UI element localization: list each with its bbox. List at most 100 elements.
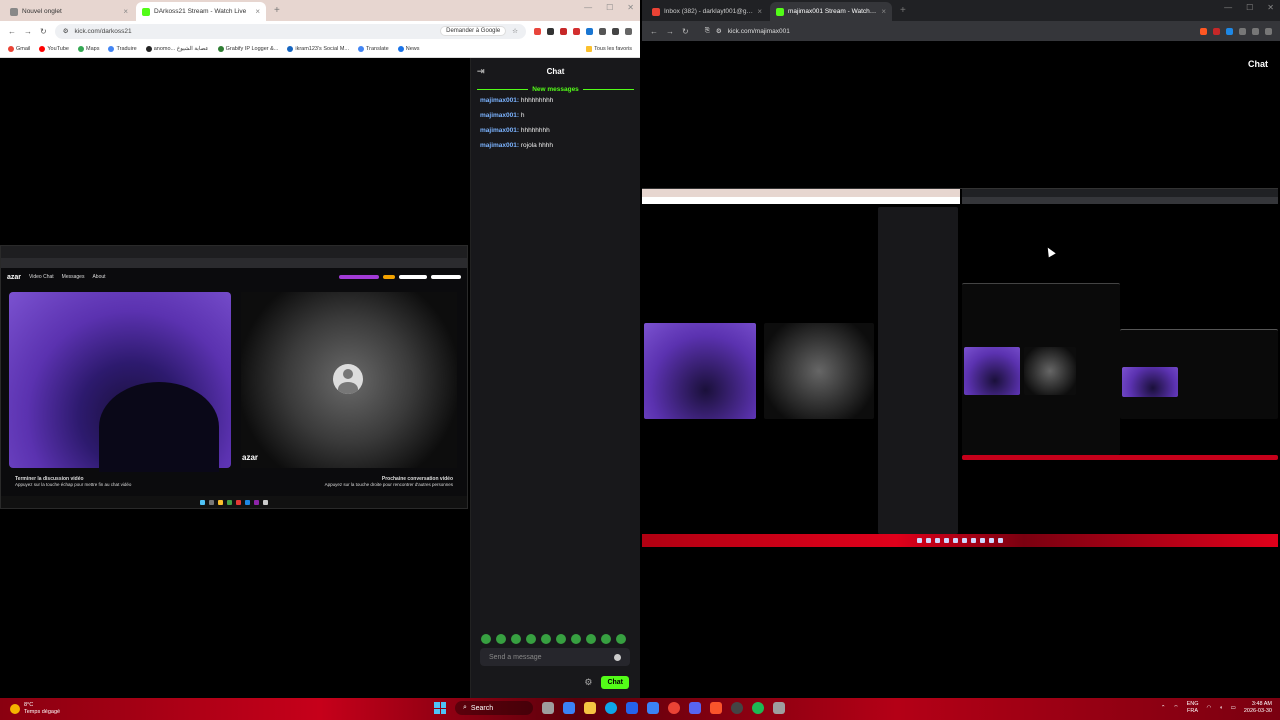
discord-icon[interactable]	[689, 702, 701, 714]
right-tab-strip: Inbox (382) - darklayt001@gmail.com × ma…	[642, 0, 1280, 21]
extension-icon[interactable]	[534, 27, 541, 35]
tab-majimax001-stream[interactable]: majimax001 Stream - Watch Live ×	[770, 2, 892, 21]
emote-icon[interactable]	[541, 634, 551, 644]
volume-icon[interactable]: ◖	[1219, 705, 1222, 712]
chat-message-input[interactable]: Send a message	[480, 648, 630, 666]
extension-icon[interactable]	[560, 27, 567, 35]
bookmark-news[interactable]: News	[397, 46, 420, 52]
nested-partner-video	[764, 323, 874, 419]
mail-icon[interactable]	[626, 702, 638, 714]
minimize-icon[interactable]: —	[584, 3, 592, 12]
forward-icon[interactable]: →	[666, 27, 674, 36]
extension-icon[interactable]	[1252, 27, 1259, 35]
kick-icon	[142, 7, 150, 16]
extension-icon[interactable]	[1200, 27, 1207, 35]
site-info-icon[interactable]: ⚙	[716, 27, 722, 35]
menu-icon[interactable]	[1265, 27, 1272, 35]
network-icon[interactable]: ⌔	[1173, 705, 1178, 712]
extension-icon[interactable]	[586, 27, 593, 35]
site-info-icon[interactable]: ⚙	[63, 27, 69, 35]
send-chat-button[interactable]: Chat	[601, 676, 629, 689]
back-icon[interactable]: ←	[8, 27, 16, 36]
obs-icon[interactable]	[731, 702, 743, 714]
emote-icon[interactable]	[556, 634, 566, 644]
tab-inbox[interactable]: Inbox (382) - darklayt001@gmail.com ×	[646, 2, 768, 21]
extension-icon[interactable]	[599, 27, 606, 35]
emote-icon[interactable]	[616, 634, 626, 644]
maximize-icon[interactable]: ☐	[606, 3, 613, 12]
open-chat-button[interactable]: Chat	[1248, 59, 1268, 69]
left-nav-bar: ← → ↻ ⚙ kick.com/darkoss21 Demander à Go…	[0, 21, 640, 41]
weather-widget[interactable]: 8°C Temps dégagé	[0, 702, 60, 716]
window-controls: — ☐ ✕	[1224, 3, 1274, 12]
emote-icon[interactable]	[526, 634, 536, 644]
file-explorer-icon[interactable]	[584, 702, 596, 714]
extension-icon[interactable]	[1213, 27, 1220, 35]
extension-icon[interactable]	[547, 27, 554, 35]
close-window-icon[interactable]: ✕	[1267, 3, 1274, 12]
settings-icon[interactable]	[773, 702, 785, 714]
folder-icon	[586, 46, 593, 52]
stream-player[interactable]: azar Video Chat Messages About azar Term…	[0, 58, 470, 698]
bookmark-gmail[interactable]: Gmail	[8, 46, 30, 52]
bookmark-traduire[interactable]: Traduire	[108, 46, 137, 52]
brave-icon[interactable]	[710, 702, 722, 714]
clock[interactable]: 3:48 AM 2026-03-30	[1244, 701, 1272, 715]
close-icon[interactable]: ×	[881, 7, 886, 16]
edge-icon[interactable]	[605, 702, 617, 714]
emoji-icon[interactable]	[614, 653, 621, 661]
extension-icon[interactable]	[573, 27, 580, 35]
new-tab-icon[interactable]: +	[894, 5, 912, 16]
bookmark-grabify[interactable]: Grabify IP Logger &...	[217, 46, 278, 52]
extension-icon[interactable]	[1239, 27, 1246, 35]
extension-icon[interactable]	[1226, 27, 1233, 35]
maximize-icon[interactable]: ☐	[1246, 3, 1253, 12]
chrome-icon[interactable]	[668, 702, 680, 714]
tab-label: DArkoss21 Stream - Watch Live	[154, 8, 247, 15]
forward-icon[interactable]: →	[24, 27, 32, 36]
tab-darkoss21-stream[interactable]: DArkoss21 Stream - Watch Live ×	[136, 2, 266, 21]
bookmark-maps[interactable]: Maps	[78, 46, 99, 52]
emote-icon[interactable]	[571, 634, 581, 644]
minimize-icon[interactable]: —	[1224, 3, 1232, 12]
emote-icon[interactable]	[601, 634, 611, 644]
new-tab-icon[interactable]: +	[268, 5, 286, 16]
battery-icon[interactable]: ▭	[1231, 705, 1236, 712]
reload-icon[interactable]: ↻	[682, 27, 689, 36]
collapse-chat-icon[interactable]: ⇥	[477, 66, 485, 77]
close-icon[interactable]: ×	[123, 7, 128, 16]
taskbar-search[interactable]: ⌕ Search	[455, 701, 533, 715]
bookmark-anomo[interactable]: anomo... عصابة الشيوخ	[145, 46, 209, 52]
close-icon[interactable]: ×	[757, 7, 762, 16]
menu-icon[interactable]	[625, 27, 632, 35]
close-window-icon[interactable]: ✕	[627, 3, 634, 12]
spotify-icon[interactable]	[752, 702, 764, 714]
bookmark-star-icon[interactable]: ☆	[512, 27, 518, 35]
tab-new-tab[interactable]: Nouvel onglet ×	[4, 2, 134, 21]
language-indicator[interactable]: ENG FRA	[1187, 701, 1199, 715]
reload-icon[interactable]: ↻	[40, 27, 47, 36]
address-bar[interactable]: ⎘ ⚙ kick.com/majimax001	[697, 24, 1192, 39]
ask-google-button[interactable]: Demander à Google	[440, 26, 507, 36]
bookmark-ikram[interactable]: ikram123's Social M...	[287, 46, 349, 52]
back-icon[interactable]: ←	[650, 27, 658, 36]
emote-icon[interactable]	[496, 634, 506, 644]
emote-icon[interactable]	[586, 634, 596, 644]
widgets-icon[interactable]	[563, 702, 575, 714]
chevron-up-icon[interactable]: ⌃	[1161, 705, 1166, 712]
address-bar[interactable]: ⚙ kick.com/darkoss21 Demander à Google ☆	[54, 23, 526, 39]
emote-icon[interactable]	[481, 634, 491, 644]
task-view-icon[interactable]	[542, 702, 554, 714]
notepad-icon[interactable]	[647, 702, 659, 714]
gear-icon[interactable]: ⚙	[584, 677, 592, 688]
all-favorites[interactable]: Tous les favoris	[586, 46, 632, 52]
wifi-icon[interactable]: ◠	[1207, 705, 1212, 712]
url-text: kick.com/majimax001	[727, 27, 790, 35]
bookmark-youtube[interactable]: YouTube	[39, 46, 69, 52]
emote-icon[interactable]	[511, 634, 521, 644]
bookmark-icon[interactable]: ⎘	[705, 27, 710, 35]
close-icon[interactable]: ×	[255, 7, 260, 16]
windows-start-icon[interactable]	[434, 702, 446, 714]
puzzle-icon[interactable]	[612, 27, 619, 35]
bookmark-translate[interactable]: Translate	[358, 46, 389, 52]
